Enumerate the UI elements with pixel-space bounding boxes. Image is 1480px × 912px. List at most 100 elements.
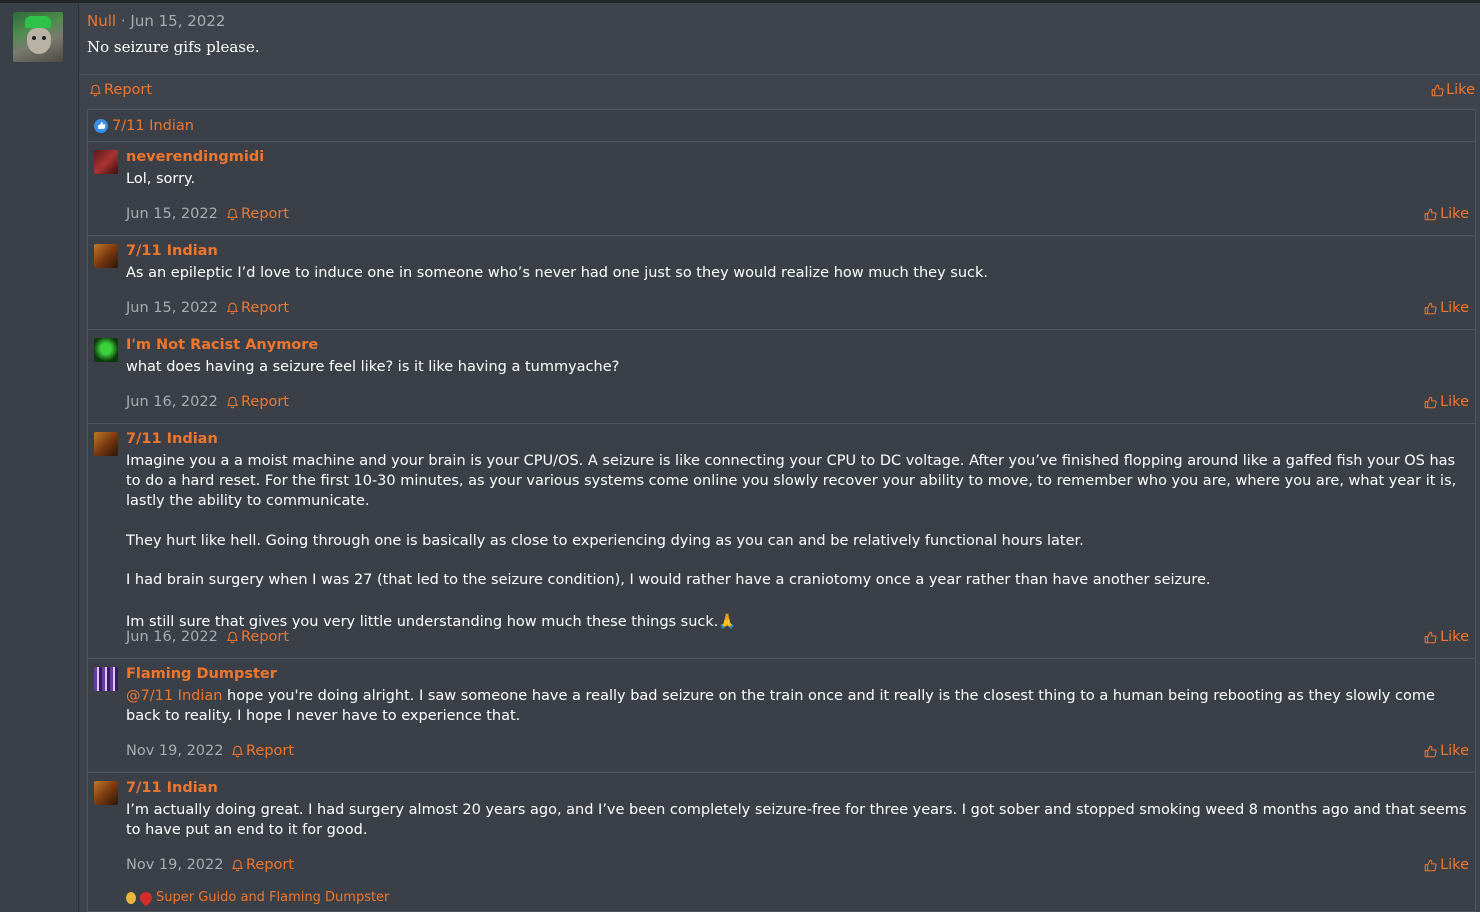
thumbs-up-icon xyxy=(1424,745,1437,757)
post-header: Null · Jun 15, 2022 xyxy=(87,12,225,30)
reply-text: what does having a seizure feel like? is… xyxy=(126,357,1469,377)
report-button[interactable]: Report xyxy=(226,206,289,222)
reply-item: neverendingmidi Lol, sorry. Jun 15, 2022… xyxy=(88,142,1475,236)
reply-item: Flaming Dumpster @7/11 Indian hope you'r… xyxy=(88,659,1475,773)
post-actions: Report Like xyxy=(79,74,1480,109)
reply-paragraph: hope you're doing alright. I saw someone… xyxy=(126,688,1435,724)
replies-section: 7/11 Indian neverendingmidi Lol, sorry. … xyxy=(87,109,1476,912)
post-date[interactable]: Jun 15, 2022 xyxy=(130,12,225,30)
reply-footer: Jun 16, 2022 Report Like xyxy=(126,394,1469,414)
eye-icon xyxy=(32,36,36,40)
avatar[interactable] xyxy=(94,244,118,268)
bell-icon xyxy=(226,302,239,314)
bell-icon xyxy=(226,208,239,220)
report-label: Report xyxy=(246,857,295,873)
avatar[interactable] xyxy=(94,667,118,691)
report-button[interactable]: Report xyxy=(226,394,289,410)
reply-date[interactable]: Jun 15, 2022 xyxy=(126,206,218,222)
like-label: Like xyxy=(1440,394,1469,410)
report-button[interactable]: Report xyxy=(231,857,294,873)
medal-icon xyxy=(126,891,136,904)
reply-footer: Nov 19, 2022 Report Like xyxy=(126,857,1469,877)
report-label: Report xyxy=(241,629,290,645)
author-sidebar xyxy=(0,3,79,912)
like-button[interactable]: Like xyxy=(1424,394,1469,410)
report-button[interactable]: Report xyxy=(226,300,289,316)
reply-footer: Jun 15, 2022 Report Like xyxy=(126,300,1469,320)
like-label: Like xyxy=(1440,857,1469,873)
thumbs-up-icon xyxy=(1424,302,1437,314)
reaction-summary[interactable]: Super Guido and Flaming Dumpster xyxy=(126,889,389,906)
reply-paragraph: Imagine you a a moist machine and your b… xyxy=(126,453,1457,509)
reply-footer: Nov 19, 2022 Report Like xyxy=(126,743,1469,763)
bell-icon xyxy=(226,631,239,643)
reply-author[interactable]: 7/11 Indian xyxy=(126,431,218,447)
report-button[interactable]: Report xyxy=(226,629,289,645)
hat-icon xyxy=(25,16,51,28)
user-mention[interactable]: @7/11 Indian xyxy=(126,688,222,704)
thumbs-up-icon xyxy=(1424,859,1437,871)
like-label: Like xyxy=(1446,82,1475,98)
post-author[interactable]: Null xyxy=(87,12,116,30)
report-label: Report xyxy=(104,82,153,98)
reply-paragraph: As an epileptic I’d love to induce one i… xyxy=(126,265,989,281)
like-label: Like xyxy=(1440,629,1469,645)
reply-date[interactable]: Jun 16, 2022 xyxy=(126,629,218,645)
reply-paragraph: I had brain surgery when I was 27 (that … xyxy=(126,572,1211,588)
avatar[interactable] xyxy=(13,12,63,62)
reply-author[interactable]: 7/11 Indian xyxy=(126,243,218,259)
avatar[interactable] xyxy=(94,150,118,174)
thumbs-up-icon xyxy=(1424,208,1437,220)
like-button[interactable]: Like xyxy=(1424,629,1469,645)
report-label: Report xyxy=(241,394,290,410)
reply-text: @7/11 Indian hope you're doing alright. … xyxy=(126,686,1469,726)
like-label: Like xyxy=(1440,743,1469,759)
reply-author[interactable]: neverendingmidi xyxy=(126,149,264,165)
bell-icon xyxy=(89,84,102,96)
bell-icon xyxy=(231,859,244,871)
reply-date[interactable]: Nov 19, 2022 xyxy=(126,743,223,759)
reply-paragraph: They hurt like hell. Going through one i… xyxy=(126,533,1084,549)
avatar[interactable] xyxy=(94,338,118,362)
reply-date[interactable]: Jun 15, 2022 xyxy=(126,300,218,316)
reply-item: I'm Not Racist Anymore what does having … xyxy=(88,330,1475,424)
reply-item: 7/11 Indian Imagine you a a moist machin… xyxy=(88,424,1475,659)
reply-date[interactable]: Jun 16, 2022 xyxy=(126,394,218,410)
reply-item: 7/11 Indian As an epileptic I’d love to … xyxy=(88,236,1475,330)
reply-footer: Jun 16, 2022 Report Like xyxy=(126,629,1469,649)
reactions-bar[interactable]: 7/11 Indian xyxy=(88,110,1475,142)
reply-author[interactable]: 7/11 Indian xyxy=(126,780,218,796)
like-label: Like xyxy=(1440,206,1469,222)
avatar[interactable] xyxy=(94,781,118,805)
report-label: Report xyxy=(246,743,295,759)
report-button[interactable]: Report xyxy=(231,743,294,759)
face-icon xyxy=(27,28,51,54)
reply-author[interactable]: I'm Not Racist Anymore xyxy=(126,337,318,353)
like-button[interactable]: Like xyxy=(1424,206,1469,222)
bell-icon xyxy=(231,745,244,757)
reactor-list[interactable]: Super Guido and Flaming Dumpster xyxy=(156,890,389,905)
post-body: No seizure gifs please. xyxy=(87,38,260,56)
reply-author[interactable]: Flaming Dumpster xyxy=(126,666,277,682)
reply-text: As an epileptic I’d love to induce one i… xyxy=(126,263,1469,283)
separator: · xyxy=(120,12,126,30)
thumbs-up-icon xyxy=(1431,84,1444,96)
bell-icon xyxy=(226,396,239,408)
heart-icon xyxy=(137,889,155,906)
like-button[interactable]: Like xyxy=(1424,857,1469,873)
like-button[interactable]: Like xyxy=(1424,300,1469,316)
reply-text: Lol, sorry. xyxy=(126,169,1469,189)
reply-paragraph: I’m actually doing great. I had surgery … xyxy=(126,802,1467,838)
reply-date[interactable]: Nov 19, 2022 xyxy=(126,857,223,873)
thumbs-up-icon xyxy=(1424,631,1437,643)
report-label: Report xyxy=(241,206,290,222)
report-button[interactable]: Report xyxy=(89,82,152,98)
thumbs-up-icon xyxy=(1424,396,1437,408)
reply-item: 7/11 Indian I’m actually doing great. I … xyxy=(88,773,1475,911)
avatar[interactable] xyxy=(94,432,118,456)
eye-icon xyxy=(42,36,46,40)
like-button[interactable]: Like xyxy=(1431,82,1475,98)
like-button[interactable]: Like xyxy=(1424,743,1469,759)
like-label: Like xyxy=(1440,300,1469,316)
reactor-name[interactable]: 7/11 Indian xyxy=(112,118,194,134)
